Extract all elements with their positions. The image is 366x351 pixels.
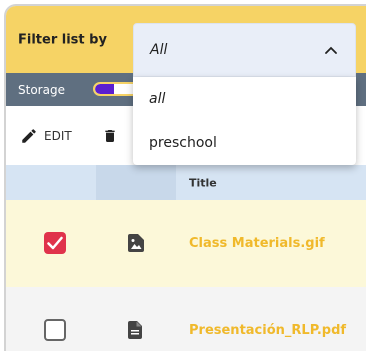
file-name-link[interactable]: Class Materials.gif — [189, 236, 325, 251]
storage-meter-fill — [95, 84, 114, 94]
row-checkbox[interactable] — [44, 232, 66, 254]
filter-option-all[interactable]: all — [133, 77, 356, 121]
file-list-panel: Filter list by Storage EDIT Title Class … — [4, 4, 366, 351]
filter-select-value: All — [150, 42, 168, 58]
filter-dropdown-menu: all preschool — [133, 77, 356, 165]
filter-select[interactable]: All — [133, 23, 356, 77]
filter-option-preschool[interactable]: preschool — [133, 121, 356, 165]
storage-label: Storage — [18, 82, 65, 97]
document-file-icon — [128, 321, 142, 339]
file-name-link[interactable]: Presentación_RLP.pdf — [189, 323, 346, 338]
trash-icon — [105, 129, 115, 142]
filter-label: Filter list by — [18, 32, 107, 48]
header-cell-preview — [96, 165, 176, 200]
table-header: Title — [6, 165, 366, 200]
row-checkbox[interactable] — [44, 319, 66, 341]
column-header-title[interactable]: Title — [189, 176, 217, 189]
table-row[interactable]: Class Materials.gif — [6, 200, 366, 287]
delete-button[interactable] — [102, 127, 124, 145]
table-row[interactable]: Presentación_RLP.pdf — [6, 287, 366, 351]
edit-button[interactable]: EDIT — [20, 127, 72, 145]
edit-button-label: EDIT — [44, 128, 72, 143]
pencil-icon — [22, 128, 36, 143]
checkmark-icon — [47, 236, 63, 250]
chevron-up-icon — [325, 46, 337, 54]
image-file-icon — [128, 234, 144, 252]
